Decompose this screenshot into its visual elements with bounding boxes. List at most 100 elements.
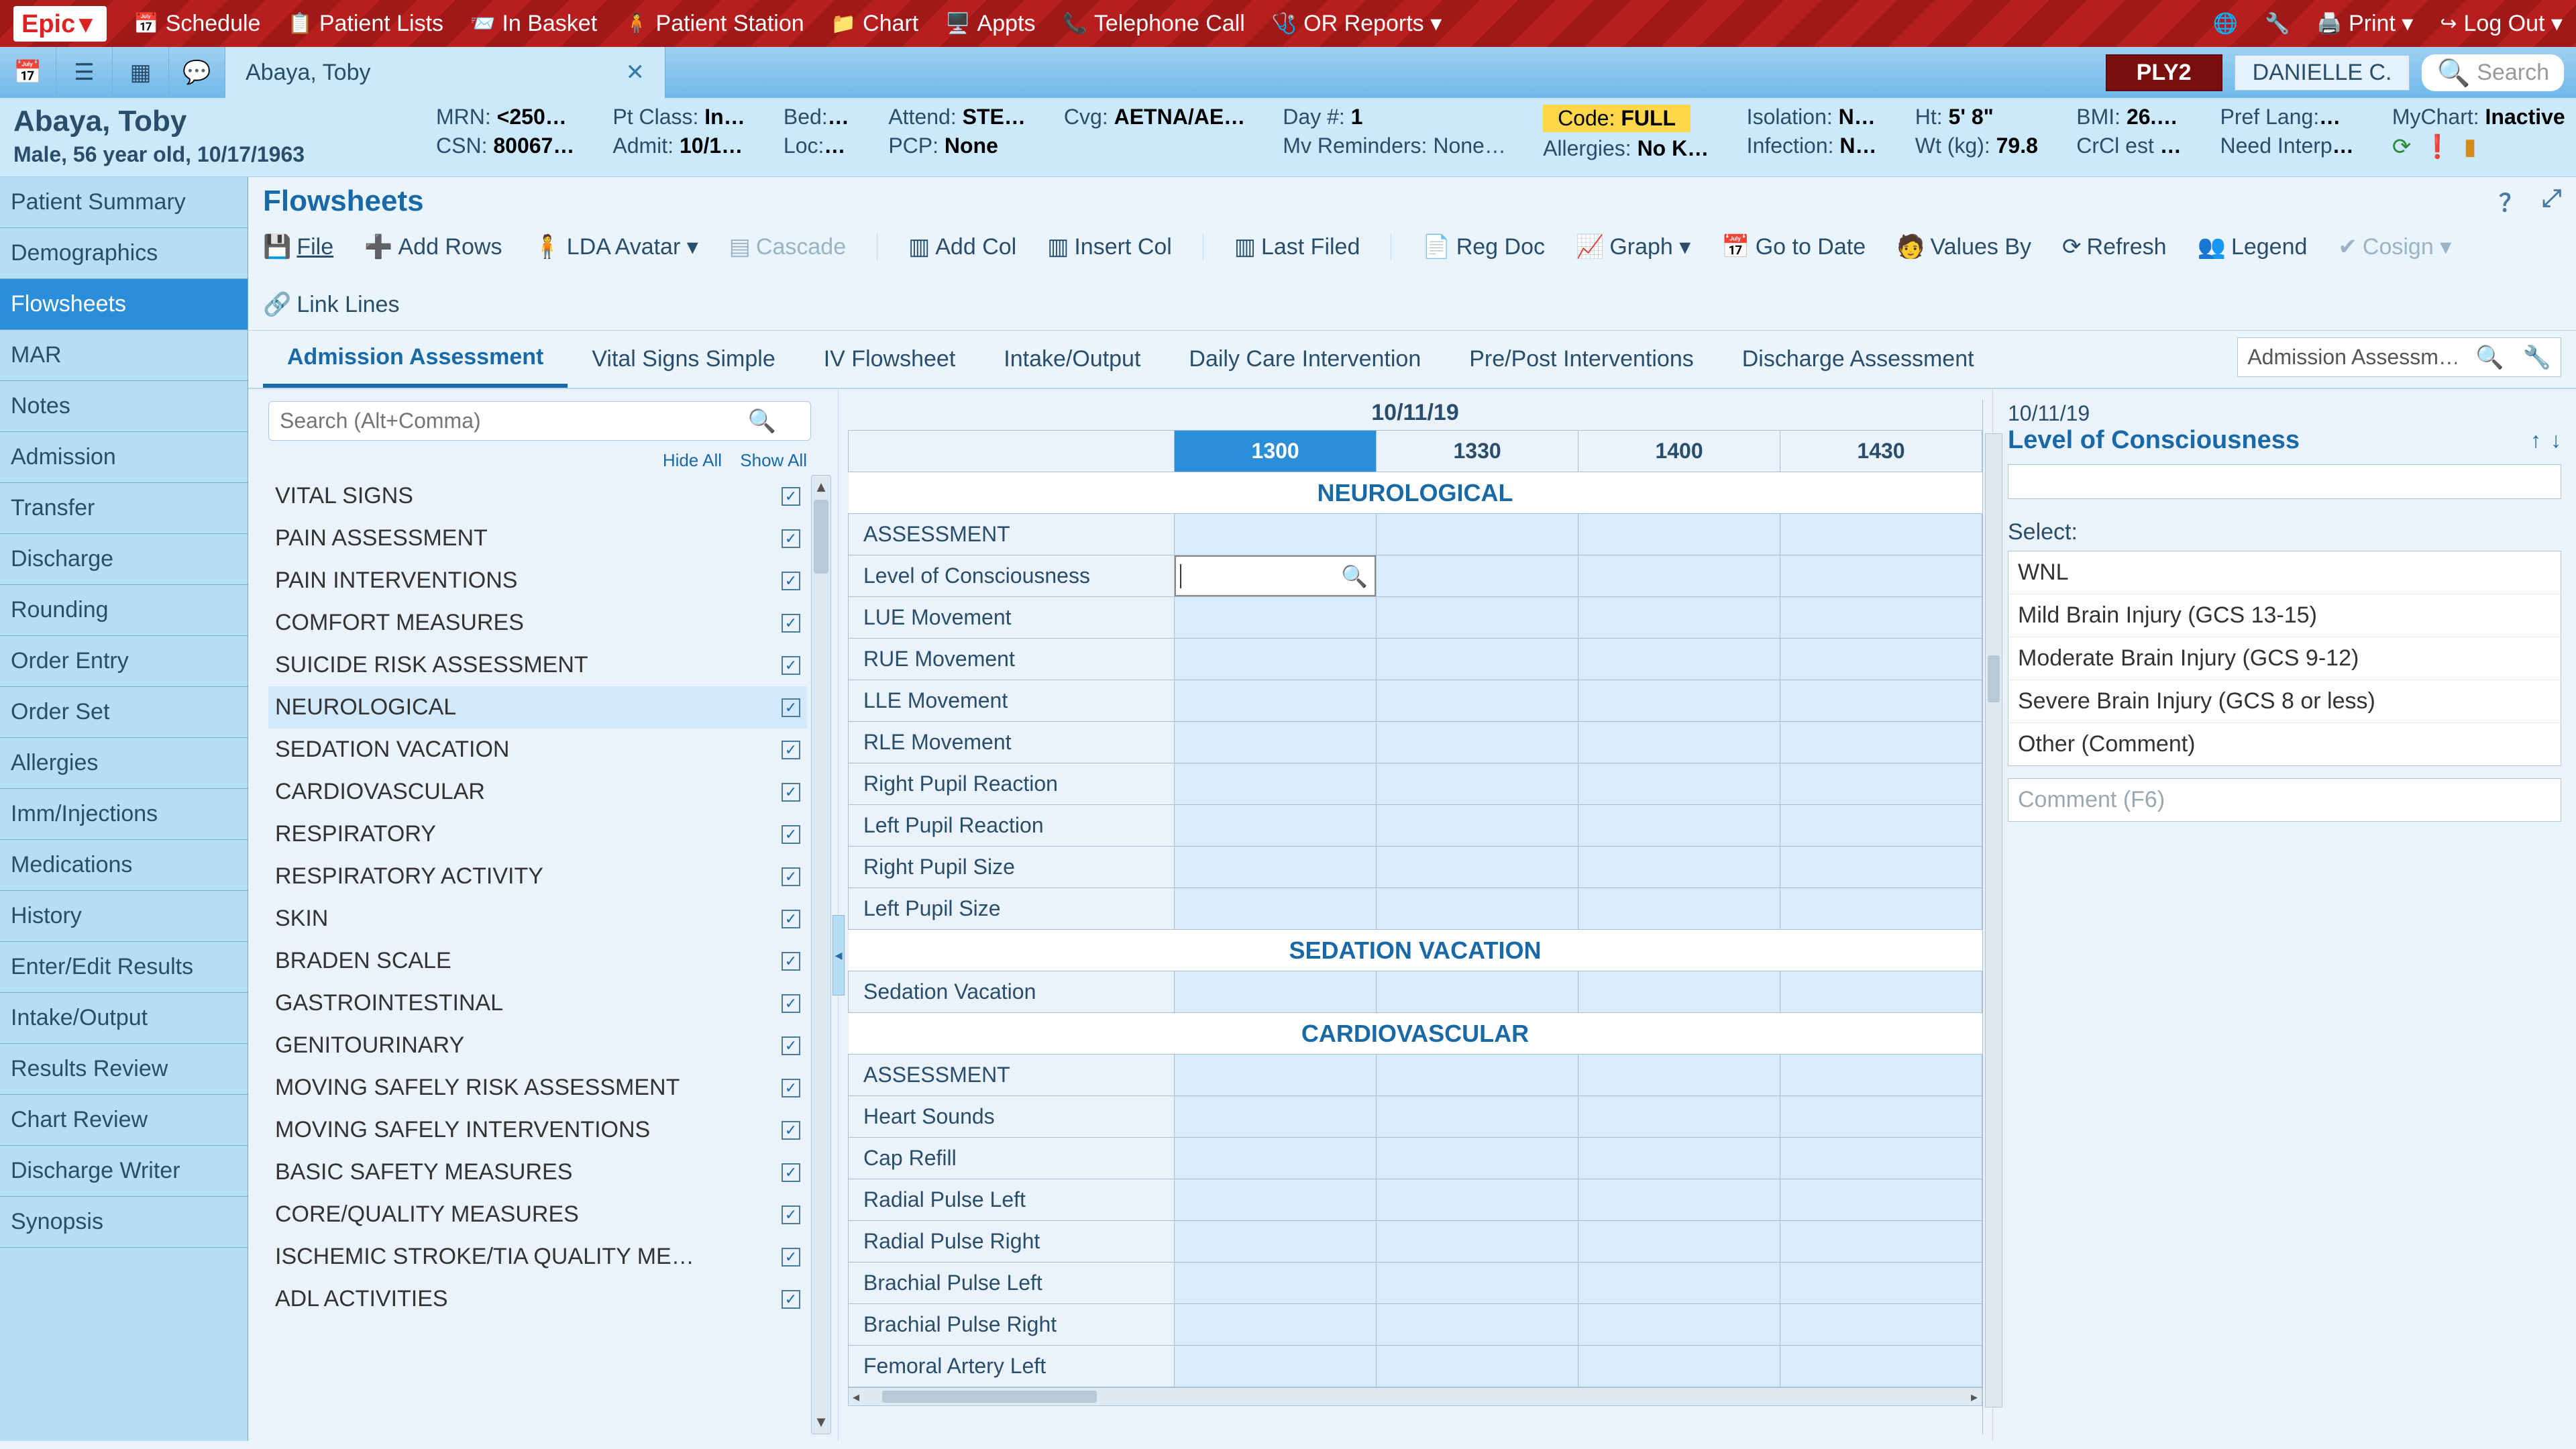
grid-cell[interactable]	[1578, 1179, 1780, 1221]
rowgroup-item[interactable]: GASTROINTESTINAL✓	[268, 982, 807, 1024]
grid-cell[interactable]	[1578, 555, 1780, 597]
rowgroup-item[interactable]: GENITOURINARY✓	[268, 1024, 807, 1067]
grid-row-header[interactable]: Brachial Pulse Left	[849, 1263, 1175, 1304]
prev-row-button[interactable]: ↑	[2530, 428, 2541, 453]
grid-cell[interactable]	[1377, 1179, 1578, 1221]
topbar-appts[interactable]: 🖥️Appts	[945, 11, 1035, 37]
grid-cell[interactable]	[1780, 597, 1982, 639]
sidebar-item-enter-edit-results[interactable]: Enter/Edit Results	[0, 942, 248, 993]
sidebar-item-order-set[interactable]: Order Set	[0, 687, 248, 738]
grid-row-header[interactable]: LUE Movement	[849, 597, 1175, 639]
detail-value-box[interactable]	[2008, 464, 2561, 499]
grid-cell[interactable]	[1578, 1138, 1780, 1179]
current-user[interactable]: DANIELLE C.	[2235, 55, 2410, 91]
sidebar-item-history[interactable]: History	[0, 891, 248, 942]
grid-cell[interactable]	[1780, 1221, 1982, 1263]
grid-cell[interactable]	[1780, 1055, 1982, 1096]
grid-row-header[interactable]: Right Pupil Size	[849, 847, 1175, 888]
grid-cell[interactable]	[1780, 1179, 1982, 1221]
lda-avatar-button[interactable]: 🧍 LDA Avatar ▾	[533, 233, 698, 260]
grid-cell[interactable]	[1780, 1138, 1982, 1179]
sidebar-item-notes[interactable]: Notes	[0, 381, 248, 432]
rowgroup-item[interactable]: SEDATION VACATION✓	[268, 729, 807, 771]
grid-row-header[interactable]: Sedation Vacation	[849, 971, 1175, 1013]
grid-cell[interactable]	[1175, 639, 1377, 680]
grid-cell[interactable]	[1578, 1346, 1780, 1387]
values-by-button[interactable]: 🧑 Values By	[1896, 233, 2031, 260]
grid-row-header[interactable]: ASSESSMENT	[849, 1055, 1175, 1096]
grid-vertical-scrollbar[interactable]	[1985, 433, 2002, 1407]
topbar-logout[interactable]: ↪Log Out ▾	[2440, 10, 2563, 37]
rowgroup-item[interactable]: ISCHEMIC STROKE/TIA QUALITY ME…✓	[268, 1236, 807, 1278]
close-patient-tab-button[interactable]: ✕	[626, 59, 645, 86]
grid-cell[interactable]	[1578, 971, 1780, 1013]
grid-cell[interactable]	[1780, 514, 1982, 555]
sidebar-item-patient-summary[interactable]: Patient Summary	[0, 177, 248, 228]
rowgroup-item[interactable]: VITAL SIGNS✓	[268, 475, 807, 517]
rowgroup-checkbox[interactable]: ✓	[782, 572, 800, 590]
grid-row-header[interactable]: Femoral Artery Left	[849, 1346, 1175, 1387]
grid-row-header[interactable]: LLE Movement	[849, 680, 1175, 722]
grid-cell[interactable]	[1377, 1304, 1578, 1346]
detail-comment-box[interactable]: Comment (F6)	[2008, 778, 2561, 822]
sidebar-item-intake-output[interactable]: Intake/Output	[0, 993, 248, 1044]
grid-cell[interactable]	[1175, 1138, 1377, 1179]
rowgroup-item[interactable]: RESPIRATORY ACTIVITY✓	[268, 855, 807, 898]
grid-cell[interactable]	[1175, 1221, 1377, 1263]
grid-cell[interactable]	[1377, 763, 1578, 805]
time-column-header[interactable]: 1300	[1175, 431, 1377, 472]
rowgroup-item[interactable]: CORE/QUALITY MEASURES✓	[268, 1193, 807, 1236]
rowgroup-item[interactable]: COMFORT MEASURES✓	[268, 602, 807, 644]
grid-cell[interactable]	[1780, 1304, 1982, 1346]
time-column-header[interactable]: 1400	[1578, 431, 1780, 472]
rowgroup-checkbox[interactable]: ✓	[782, 1290, 800, 1309]
flowsheet-tab-admission-assessment[interactable]: Admission Assessment	[263, 331, 568, 388]
grid-row-header[interactable]: ASSESSMENT	[849, 514, 1175, 555]
rowgroup-item[interactable]: BRADEN SCALE✓	[268, 940, 807, 982]
insert-col-button[interactable]: ▥ Insert Col	[1047, 233, 1172, 260]
grid-cell[interactable]	[1175, 888, 1377, 930]
grid-cell[interactable]	[1780, 888, 1982, 930]
rowgroup-checkbox[interactable]: ✓	[782, 1163, 800, 1182]
rowgroup-checkbox[interactable]: ✓	[782, 1205, 800, 1224]
sidebar-item-admission[interactable]: Admission	[0, 432, 248, 483]
grid-cell[interactable]	[1578, 888, 1780, 930]
gotodate-button[interactable]: 📅 Go to Date	[1721, 233, 1866, 260]
grid-cell[interactable]	[1175, 1346, 1377, 1387]
grid-cell[interactable]	[1377, 888, 1578, 930]
rowgroup-checkbox[interactable]: ✓	[782, 529, 800, 548]
rowgroup-search-input[interactable]	[268, 401, 811, 441]
grid-cell[interactable]	[1377, 1263, 1578, 1304]
alert-icon[interactable]: ❗	[2423, 133, 2451, 160]
grid-cell[interactable]	[1175, 1179, 1377, 1221]
rowgroup-item[interactable]: RESPIRATORY✓	[268, 813, 807, 855]
rowgroup-scrollbar[interactable]: ▲▼	[811, 475, 831, 1434]
grid-cell[interactable]	[1578, 1055, 1780, 1096]
global-search[interactable]: 🔍Search	[2422, 54, 2564, 91]
reg-doc-button[interactable]: 📄 Reg Doc	[1422, 233, 1545, 260]
grid-cell[interactable]	[1377, 597, 1578, 639]
sidebar-item-demographics[interactable]: Demographics	[0, 228, 248, 279]
flowsheet-tab-daily-care-intervention[interactable]: Daily Care Intervention	[1165, 333, 1445, 386]
grid-row-header[interactable]: Radial Pulse Left	[849, 1179, 1175, 1221]
template-picker-input[interactable]	[2238, 338, 2466, 376]
grid-cell[interactable]	[1175, 1304, 1377, 1346]
grid-cell[interactable]	[1377, 722, 1578, 763]
sidebar-item-medications[interactable]: Medications	[0, 840, 248, 891]
grid-row-header[interactable]: Right Pupil Reaction	[849, 763, 1175, 805]
tabstrip-list-button[interactable]: ☰	[56, 47, 113, 98]
grid-cell[interactable]	[1175, 847, 1377, 888]
rowgroup-checkbox[interactable]: ✓	[782, 741, 800, 759]
grid-cell[interactable]	[1578, 514, 1780, 555]
rowgroup-checkbox[interactable]: ✓	[782, 952, 800, 971]
show-all-link[interactable]: Show All	[740, 450, 807, 470]
grid-cell[interactable]	[1578, 1263, 1780, 1304]
rowgroup-checkbox[interactable]: ✓	[782, 656, 800, 675]
rowgroup-checkbox[interactable]: ✓	[782, 1248, 800, 1267]
grid-cell[interactable]	[1377, 1138, 1578, 1179]
sidebar-item-results-review[interactable]: Results Review	[0, 1044, 248, 1095]
help-icon[interactable]: ？	[2499, 184, 2523, 219]
rowgroup-item[interactable]: NEUROLOGICAL✓	[268, 686, 807, 729]
grid-cell[interactable]	[1578, 680, 1780, 722]
grid-row-header[interactable]: Radial Pulse Right	[849, 1221, 1175, 1263]
